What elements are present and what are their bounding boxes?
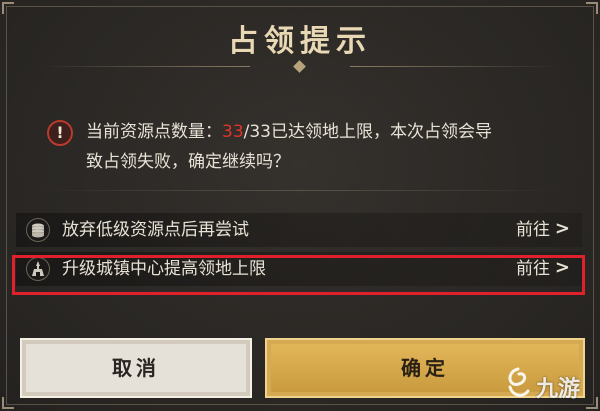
title-divider [350,66,560,67]
chevron-right-icon: > [554,218,570,239]
option-label: 放弃低级资源点后再尝试 [62,220,249,240]
highlight-annotation [12,255,585,295]
resource-count-current: 33 [222,122,244,142]
title-divider [40,66,250,67]
frame-corner [586,2,598,14]
section-divider [40,190,560,191]
frame-corner [2,2,14,14]
warning-icon: ! [47,120,73,146]
message-line2: 致占领失败，确定继续吗？ [86,152,290,172]
coin-stack-icon [26,218,50,242]
message-rest: /33已达领地上限，本次占领会导 [243,122,492,142]
watermark: 九游 [502,365,592,405]
watermark-logo-icon [508,367,530,397]
frame-corner [2,397,14,409]
dialog-title: 占领提示 [228,24,372,59]
message-prefix: 当前资源点数量： [86,122,222,142]
occupy-prompt-dialog: 占领提示 ! 当前资源点数量：33/33已达领地上限，本次占领会导 致占领失败，… [0,0,600,411]
goto-link[interactable]: 前往 [516,219,550,241]
warning-message: 当前资源点数量：33/33已达领地上限，本次占领会导 致占领失败，确定继续吗？ [86,117,576,177]
cancel-button[interactable]: 取消 [20,338,252,398]
option-abandon-resource[interactable]: 放弃低级资源点后再尝试 前往 > [16,213,582,247]
watermark-text: 九游 [536,377,581,402]
